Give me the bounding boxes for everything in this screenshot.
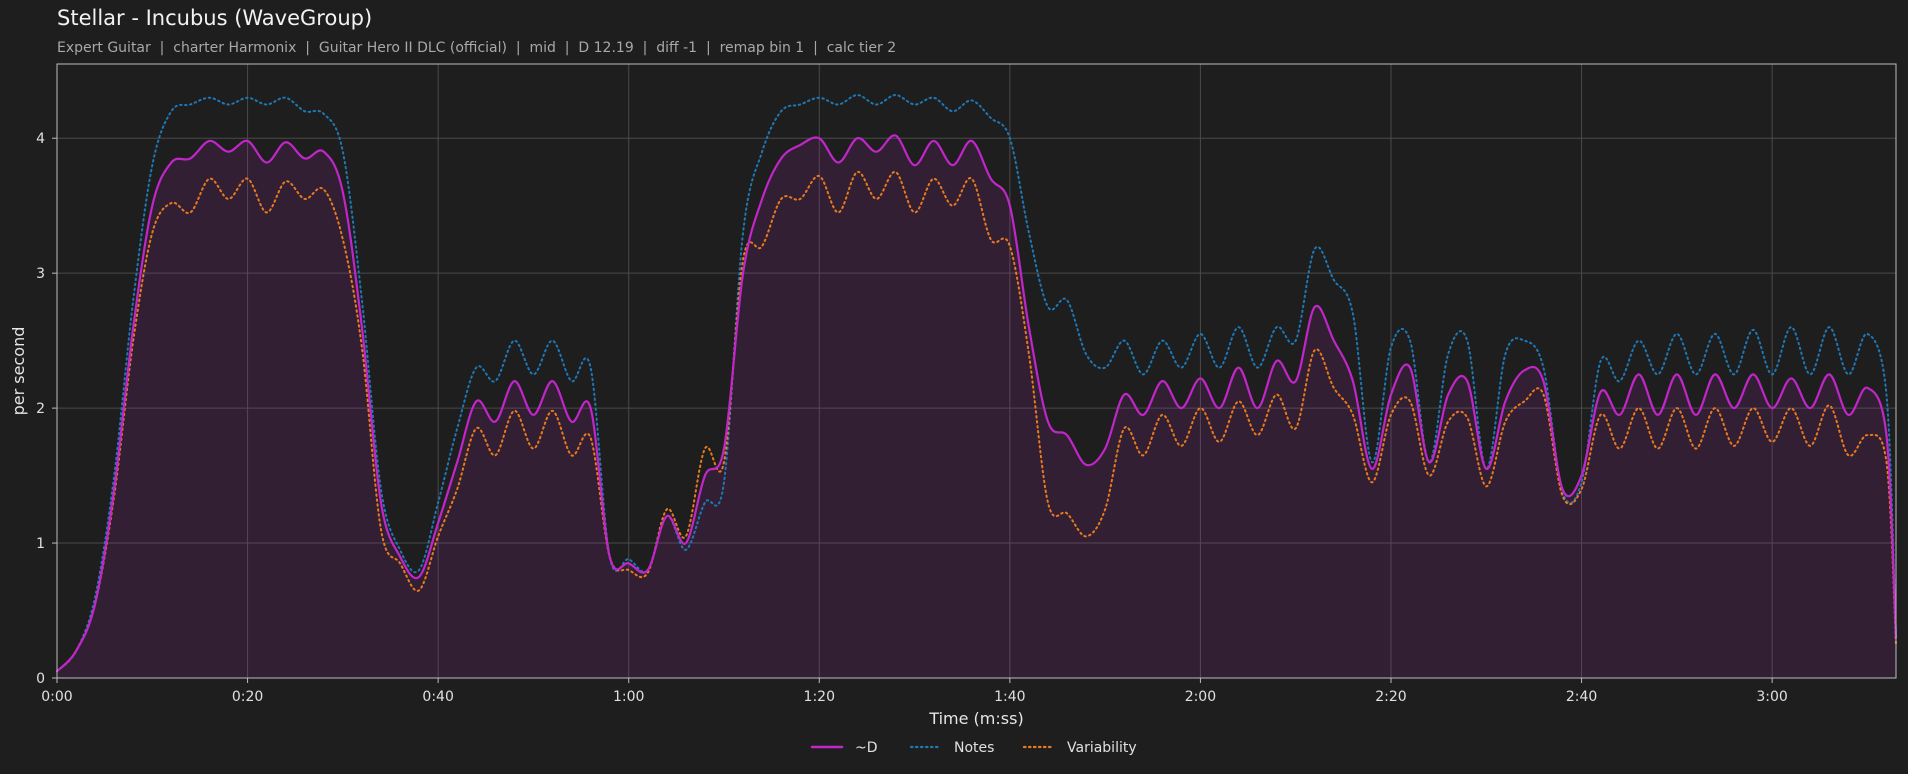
y-axis-label: per second (9, 327, 28, 416)
area-fill-d (57, 135, 1896, 678)
x-tick-label: 0:40 (422, 689, 453, 705)
x-axis-label: Time (m:ss) (928, 709, 1023, 728)
x-tick-label: 2:00 (1185, 689, 1216, 705)
y-tick-label: 2 (36, 401, 45, 417)
legend-label-notes: Notes (954, 740, 994, 756)
legend: ~D Notes Variability (810, 740, 1137, 756)
y-tick-label: 3 (36, 266, 45, 282)
x-axis-ticks: 0:00 0:20 0:40 1:00 1:20 1:40 2:00 2:20 2:40 3:00 (41, 678, 1788, 705)
x-tick-label: 2:40 (1566, 689, 1597, 705)
area-fill-layer (57, 135, 1896, 678)
x-tick-label: 1:40 (994, 689, 1025, 705)
x-tick-label: 2:20 (1375, 689, 1406, 705)
x-tick-label: 0:00 (41, 689, 72, 705)
y-tick-label: 1 (36, 536, 45, 552)
legend-label-d: ~D (855, 740, 878, 756)
y-tick-label: 0 (36, 671, 45, 687)
x-tick-label: 0:20 (232, 689, 263, 705)
legend-label-variability: Variability (1067, 740, 1137, 756)
y-axis-ticks: 0 1 2 3 4 (36, 131, 57, 687)
y-tick-label: 4 (36, 131, 45, 147)
x-tick-label: 1:20 (804, 689, 835, 705)
x-tick-label: 3:00 (1756, 689, 1787, 705)
x-tick-label: 1:00 (613, 689, 644, 705)
line-chart: 0:00 0:20 0:40 1:00 1:20 1:40 2:00 2:20 2:40 3:00… (9, 63, 1898, 756)
